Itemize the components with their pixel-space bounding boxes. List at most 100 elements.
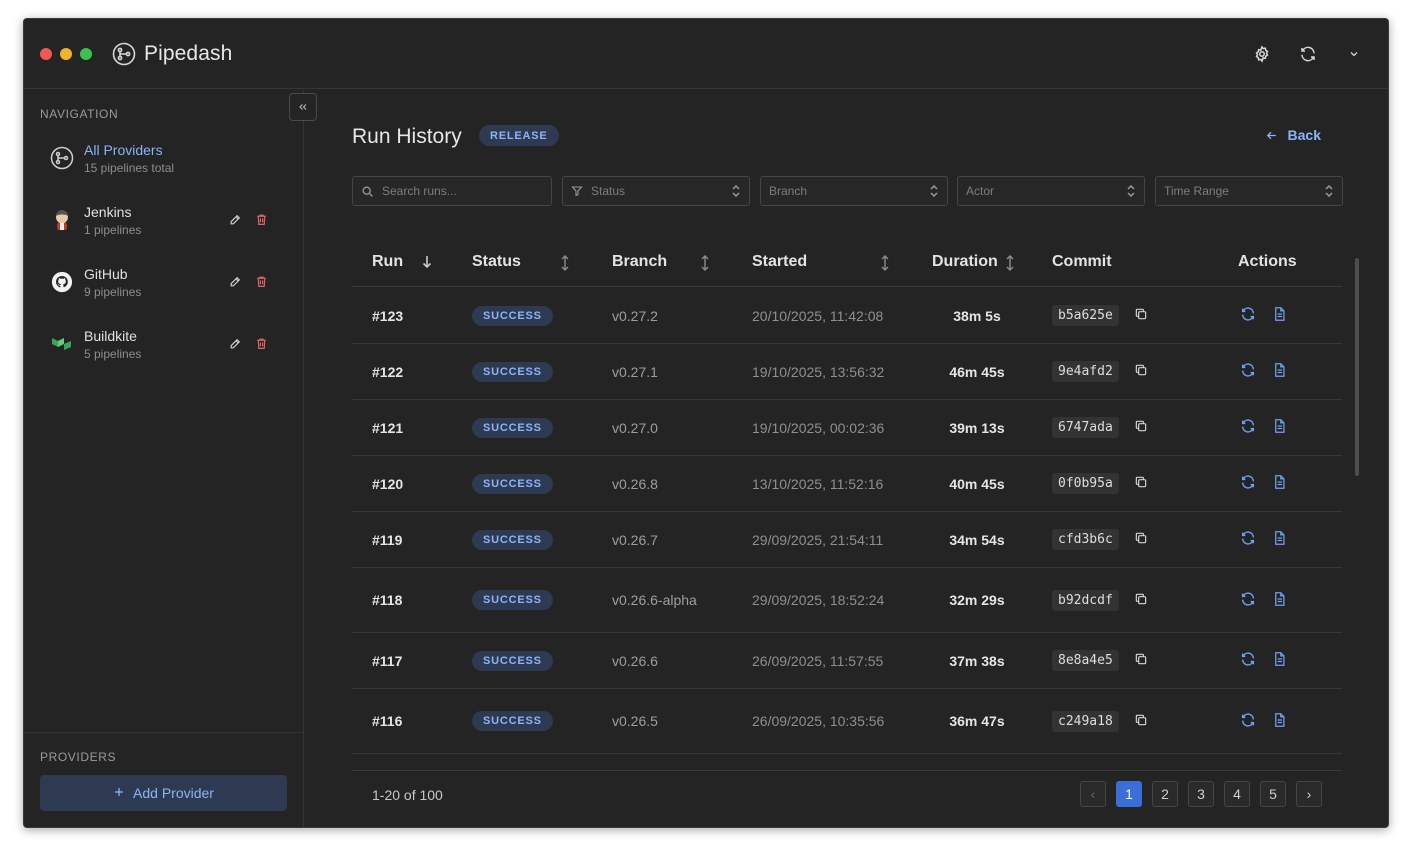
column-label: Actions [1238, 253, 1297, 270]
column-header-branch[interactable]: Branch [612, 253, 709, 271]
prev-page-button[interactable]: ‹ [1080, 781, 1106, 807]
branch-filter-select[interactable]: Branch [760, 176, 948, 206]
copy-commit-button[interactable] [1134, 512, 1148, 567]
sidebar-item-all-providers[interactable]: All Providers 15 pipelines total [40, 133, 280, 183]
logs-icon[interactable] [1272, 306, 1287, 325]
filter-bar: Search runs... Status Branch Actor Time … [352, 176, 1343, 206]
page-button[interactable]: 2 [1152, 781, 1178, 807]
delete-icon[interactable] [254, 336, 268, 350]
table-scrollbar[interactable] [1355, 258, 1359, 476]
logs-icon[interactable] [1272, 712, 1287, 731]
table-row[interactable]: #122 SUCCESS v0.27.1 19/10/2025, 13:56:32 46… [352, 344, 1342, 400]
gear-icon[interactable] [1250, 42, 1274, 66]
rerun-icon[interactable] [1240, 362, 1256, 381]
copy-commit-button[interactable] [1134, 400, 1148, 455]
started-time: 20/10/2025, 11:42:08 [752, 307, 884, 324]
copy-commit-button[interactable] [1134, 288, 1148, 343]
page-button[interactable]: 5 [1260, 781, 1286, 807]
copy-icon [1134, 531, 1148, 548]
table-row[interactable]: #121 SUCCESS v0.27.0 19/10/2025, 00:02:36 39… [352, 400, 1342, 456]
column-header-run[interactable]: Run [372, 253, 432, 271]
sidebar-item-github[interactable]: GitHub 9 pipelines [40, 257, 280, 307]
edit-icon[interactable] [228, 274, 242, 288]
maximize-window-button[interactable] [80, 47, 92, 60]
copy-icon [1134, 713, 1148, 730]
duration-value: 32m 29s [949, 592, 1005, 608]
commit-cell: b5a625e [1052, 288, 1119, 343]
next-page-button[interactable]: › [1296, 781, 1322, 807]
minimize-window-button[interactable] [60, 47, 72, 60]
copy-commit-button[interactable] [1134, 456, 1148, 511]
started-time: 26/09/2025, 11:57:55 [752, 652, 884, 669]
rerun-icon[interactable] [1240, 712, 1256, 731]
rerun-icon[interactable] [1240, 418, 1256, 437]
column-header-status[interactable]: Status [472, 253, 569, 271]
status-badge: SUCCESS [472, 417, 553, 438]
search-placeholder: Search runs... [382, 184, 457, 198]
logs-icon[interactable] [1272, 530, 1287, 549]
time-range-filter-select[interactable]: Time Range [1155, 176, 1343, 206]
row-actions [1240, 689, 1287, 753]
actor-filter-label: Actor [966, 184, 995, 198]
logs-icon[interactable] [1272, 418, 1287, 437]
rerun-icon[interactable] [1240, 651, 1256, 670]
run-number[interactable]: #120 [372, 456, 403, 511]
back-button[interactable]: Back [1265, 127, 1321, 143]
copy-icon [1134, 363, 1148, 380]
rerun-icon[interactable] [1240, 530, 1256, 549]
delete-icon[interactable] [254, 212, 268, 226]
run-number[interactable]: #123 [372, 288, 403, 343]
run-number[interactable]: #117 [372, 633, 402, 688]
close-window-button[interactable] [40, 47, 52, 60]
search-input[interactable]: Search runs... [352, 176, 552, 206]
edit-icon[interactable] [228, 212, 242, 226]
sidebar-item-count: 15 pipelines total [84, 160, 175, 175]
run-number[interactable]: #116 [372, 689, 402, 753]
sidebar-item-buildkite[interactable]: Buildkite 5 pipelines [40, 319, 280, 369]
add-provider-button[interactable]: Add Provider [40, 775, 287, 811]
run-number[interactable]: #122 [372, 344, 403, 399]
logs-icon[interactable] [1272, 651, 1287, 670]
time-range-filter-label: Time Range [1164, 184, 1229, 198]
logs-icon[interactable] [1272, 474, 1287, 493]
page-title: Run History [352, 125, 462, 148]
status-filter-select[interactable]: Status [562, 176, 750, 206]
run-number[interactable]: #121 [372, 400, 403, 455]
actor-filter-select[interactable]: Actor [957, 176, 1145, 206]
logs-icon[interactable] [1272, 362, 1287, 381]
copy-commit-button[interactable] [1134, 633, 1148, 688]
copy-commit-button[interactable] [1134, 568, 1148, 632]
table-row[interactable]: #117 SUCCESS v0.26.6 26/09/2025, 11:57:55 37… [352, 633, 1342, 689]
providers-section: PROVIDERS Add Provider [24, 732, 303, 827]
duration-value: 37m 38s [949, 652, 1005, 669]
table-row[interactable]: #123 SUCCESS v0.27.2 20/10/2025, 11:42:08 38… [352, 288, 1342, 344]
status-cell: SUCCESS [472, 344, 553, 399]
edit-icon[interactable] [228, 336, 242, 350]
sidebar-item-jenkins[interactable]: Jenkins 1 pipelines [40, 195, 280, 245]
column-header-duration[interactable]: Duration [932, 253, 1014, 271]
delete-icon[interactable] [254, 274, 268, 288]
page-button[interactable]: 1 [1116, 781, 1142, 807]
rerun-icon[interactable] [1240, 306, 1256, 325]
page-button[interactable]: 3 [1188, 781, 1214, 807]
status-badge: SUCCESS [472, 529, 553, 550]
refresh-icon[interactable] [1296, 42, 1320, 66]
table-row[interactable]: #120 SUCCESS v0.26.8 13/10/2025, 11:52:16 40… [352, 456, 1342, 512]
chevron-down-icon[interactable] [1342, 42, 1366, 66]
copy-commit-button[interactable] [1134, 689, 1148, 753]
table-row[interactable]: #116 SUCCESS v0.26.5 26/09/2025, 10:35:56 36… [352, 689, 1342, 754]
rerun-icon[interactable] [1240, 591, 1256, 610]
logs-icon[interactable] [1272, 591, 1287, 610]
run-number[interactable]: #119 [372, 512, 402, 567]
sidebar-item-count: 1 pipelines [84, 222, 142, 237]
filter-icon [571, 186, 583, 197]
copy-commit-button[interactable] [1134, 344, 1148, 399]
column-header-started[interactable]: Started [752, 253, 889, 271]
rerun-icon[interactable] [1240, 474, 1256, 493]
table-row[interactable]: #118 SUCCESS v0.26.6-alpha 29/09/2025, 18:5… [352, 568, 1342, 633]
table-row[interactable]: #119 SUCCESS v0.26.7 29/09/2025, 21:54:11 34… [352, 512, 1342, 568]
page-button[interactable]: 4 [1224, 781, 1250, 807]
pipeline-icon [48, 144, 76, 172]
commit-hash: cfd3b6c [1052, 529, 1119, 550]
run-number[interactable]: #118 [372, 568, 402, 632]
